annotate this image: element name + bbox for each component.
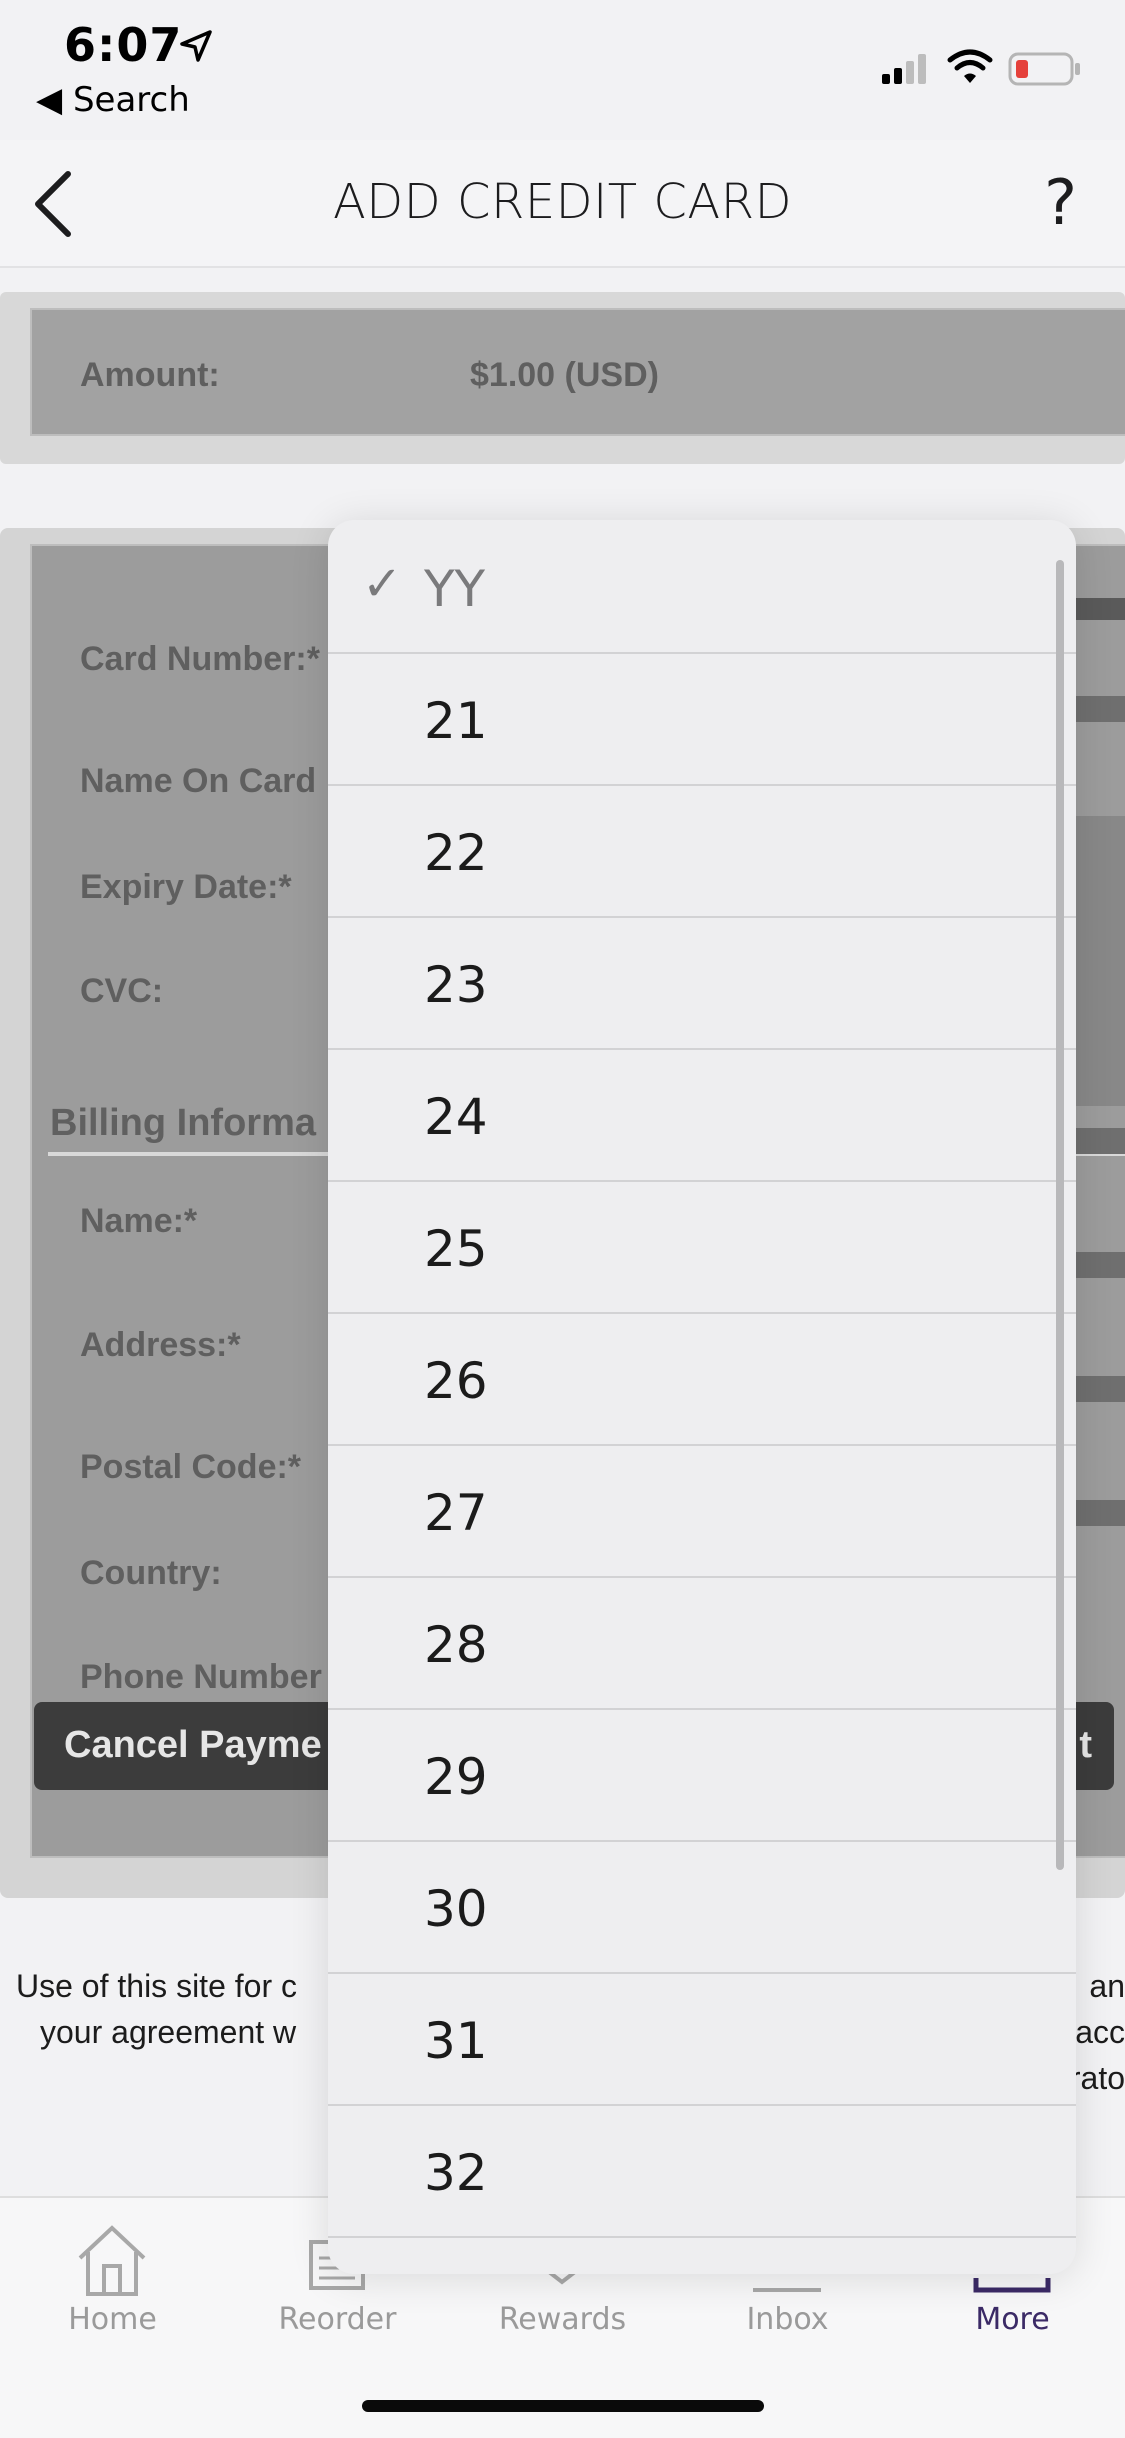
picker-option-label: 32 <box>424 2144 488 2202</box>
picker-option-label: 23 <box>424 956 488 1014</box>
picker-option-label: 24 <box>424 1088 488 1146</box>
picker-option-label: 22 <box>424 824 488 882</box>
amount-value: $1.00 (USD) <box>470 356 659 394</box>
country-label: Country: <box>80 1554 222 1592</box>
terms-text-line1-end: an <box>1089 1968 1125 2004</box>
picker-option-label: 29 <box>424 1748 488 1806</box>
phone-number-label: Phone Number <box>80 1658 322 1696</box>
input-edge <box>1075 1252 1125 1278</box>
input-edge <box>1075 598 1125 620</box>
expiry-year-picker[interactable]: ✓ YY 21 22 23 24 25 26 27 28 29 30 31 32 <box>328 520 1076 2274</box>
card-number-label: Card Number:* <box>80 640 320 678</box>
battery-icon <box>1008 52 1080 86</box>
tab-home[interactable]: Home <box>0 2198 225 2348</box>
picker-option[interactable]: 25 <box>328 1180 1076 1314</box>
picker-option[interactable]: 28 <box>328 1576 1076 1710</box>
picker-option-label: 31 <box>424 2012 488 2070</box>
home-indicator <box>362 2400 764 2412</box>
page-title: ADD CREDIT CARD <box>332 174 793 230</box>
address-label: Address:* <box>80 1326 241 1364</box>
picker-option[interactable]: 24 <box>328 1048 1076 1182</box>
input-edge <box>1075 816 1125 1106</box>
cvc-label: CVC: <box>80 972 164 1010</box>
location-arrow-icon <box>180 30 212 62</box>
picker-option-label: 26 <box>424 1352 488 1410</box>
name-on-card-label: Name On Card <box>80 762 317 800</box>
terms-text-line3-end: rato <box>1069 2060 1125 2096</box>
expiry-date-label: Expiry Date:* <box>80 868 292 906</box>
amount-label: Amount: <box>80 356 220 394</box>
picker-option[interactable]: 32 <box>328 2104 1076 2238</box>
input-edge <box>1075 1376 1125 1402</box>
tab-rewards-label: Rewards <box>498 2302 627 2337</box>
cancel-payment-label: Cancel Payme <box>64 1724 322 1766</box>
picker-option[interactable]: 26 <box>328 1312 1076 1446</box>
status-time: 6:07 <box>64 18 183 72</box>
help-button[interactable]: ? <box>1044 166 1077 239</box>
picker-scrollbar[interactable] <box>1056 560 1064 1870</box>
picker-option[interactable]: 22 <box>328 784 1076 918</box>
amount-panel: Amount: $1.00 (USD) <box>0 292 1125 464</box>
billing-information-heading: Billing Informa <box>50 1102 316 1144</box>
amount-box: Amount: $1.00 (USD) <box>30 308 1125 436</box>
terms-text-line1: Use of this site for c <box>16 1968 297 2004</box>
cellular-signal-icon <box>882 54 926 84</box>
picker-option[interactable]: 29 <box>328 1708 1076 1842</box>
tab-more-label: More <box>975 2302 1050 2337</box>
input-edge <box>1075 696 1125 722</box>
tab-inbox-label: Inbox <box>746 2302 829 2337</box>
picker-option[interactable]: 23 <box>328 916 1076 1050</box>
picker-option-label: 21 <box>424 692 488 750</box>
status-bar: 6:07 ◀ Search <box>0 0 1125 140</box>
picker-option-label: 30 <box>424 1880 488 1938</box>
billing-name-label: Name:* <box>80 1202 198 1240</box>
tab-reorder-label: Reorder <box>278 2302 397 2337</box>
picker-option[interactable]: 21 <box>328 652 1076 786</box>
picker-option[interactable]: 30 <box>328 1840 1076 1974</box>
tab-home-label: Home <box>68 2302 157 2337</box>
back-to-search-link[interactable]: ◀ Search <box>36 80 190 120</box>
wifi-icon <box>947 49 993 83</box>
picker-option-yy[interactable]: ✓ YY <box>328 520 1076 654</box>
terms-text-line2-end: acc <box>1075 2014 1125 2050</box>
home-icon <box>78 2225 146 2296</box>
picker-option-label: 25 <box>424 1220 488 1278</box>
navigation-bar: ADD CREDIT CARD ? <box>0 140 1125 268</box>
picker-option[interactable]: 31 <box>328 1972 1076 2106</box>
picker-option-label: YY <box>424 560 486 618</box>
submit-button-label: t <box>1079 1724 1092 1766</box>
picker-option-label: 28 <box>424 1616 488 1674</box>
input-edge <box>1075 1500 1125 1526</box>
postal-code-label: Postal Code:* <box>80 1448 302 1486</box>
input-edge <box>1075 1128 1125 1154</box>
terms-text-line2: your agreement w <box>40 2014 297 2050</box>
picker-option-label: 27 <box>424 1484 488 1542</box>
picker-option[interactable]: 27 <box>328 1444 1076 1578</box>
checkmark-icon: ✓ <box>362 558 403 611</box>
